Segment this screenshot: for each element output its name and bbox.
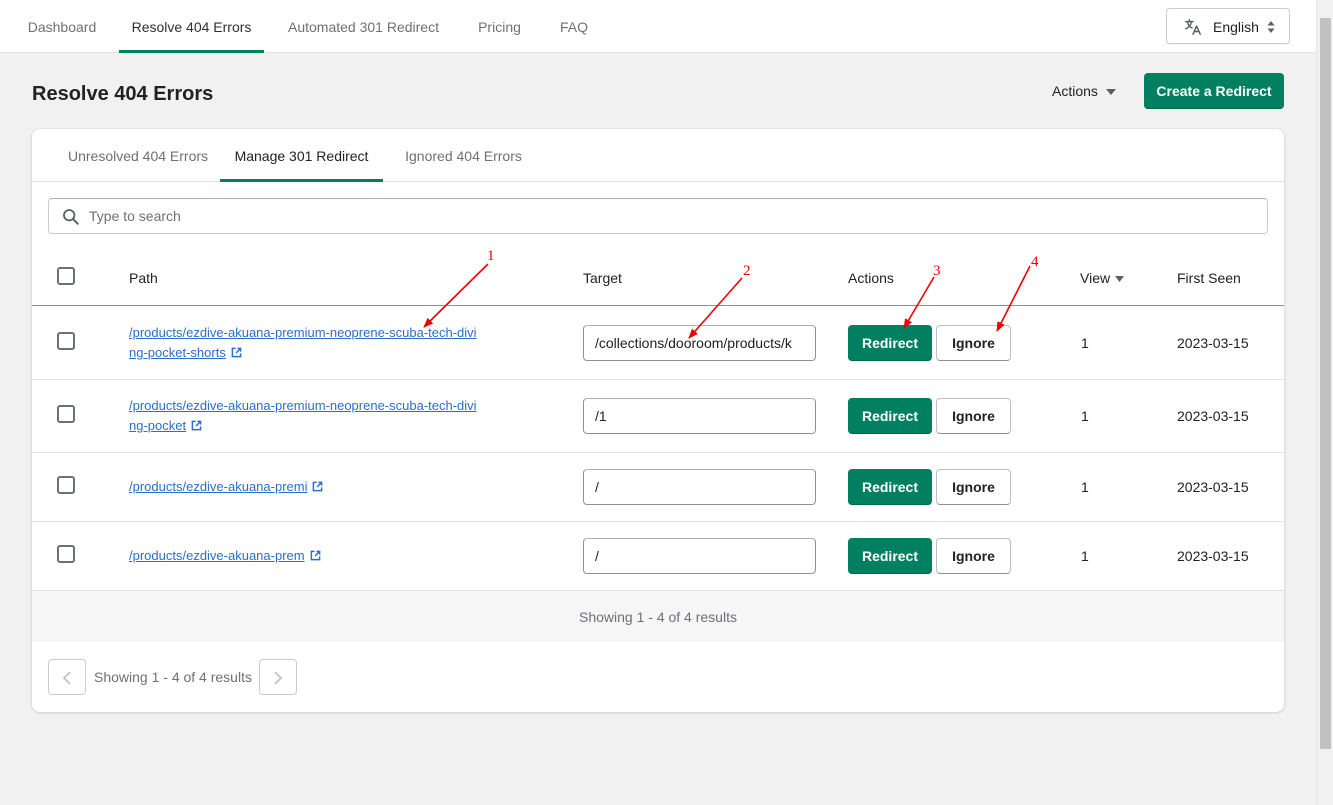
first-seen-date: 2023-03-15 xyxy=(1177,548,1249,564)
external-link-icon xyxy=(313,481,323,492)
ignore-button[interactable]: Ignore xyxy=(936,398,1011,434)
ignore-button[interactable]: Ignore xyxy=(936,538,1011,574)
first-seen-date: 2023-03-15 xyxy=(1177,479,1249,495)
redirect-button[interactable]: Redirect xyxy=(848,325,932,361)
chevron-right-icon xyxy=(274,671,283,685)
first-seen-date: 2023-03-15 xyxy=(1177,335,1249,351)
external-link-icon xyxy=(191,420,202,431)
redirect-button[interactable]: Redirect xyxy=(848,398,932,434)
path-link[interactable]: /products/ezdive-akuana-premi xyxy=(129,477,479,497)
sort-caret-down-icon xyxy=(1115,276,1125,283)
column-header-view-label: View xyxy=(1080,270,1111,286)
table-header: Path Target Actions View First Seen xyxy=(32,250,1284,306)
target-input[interactable]: / xyxy=(583,469,816,505)
path-link[interactable]: /products/ezdive-akuana-premium-neoprene… xyxy=(129,323,479,363)
external-link-icon xyxy=(231,347,242,358)
path-text: /products/ezdive-akuana-prem xyxy=(129,548,305,563)
path-text: /products/ezdive-akuana-premium-neoprene… xyxy=(129,325,477,360)
language-selector[interactable]: English xyxy=(1166,8,1290,44)
external-link-icon xyxy=(310,550,320,561)
table-row: /products/ezdive-akuana-premium-neoprene… xyxy=(32,306,1284,380)
column-header-path: Path xyxy=(129,270,158,286)
path-text: /products/ezdive-akuana-premium-neoprene… xyxy=(129,398,477,433)
row-checkbox[interactable] xyxy=(57,545,75,563)
view-count: 1 xyxy=(1081,335,1089,351)
language-label: English xyxy=(1213,19,1259,35)
tab-resolve-404-errors[interactable]: Resolve 404 Errors xyxy=(119,0,264,53)
first-seen-date: 2023-03-15 xyxy=(1177,408,1249,424)
scrollbar-thumb[interactable] xyxy=(1320,18,1331,749)
redirects-card: Unresolved 404 Errors Manage 301 Redirec… xyxy=(32,129,1284,712)
table-row: /products/ezdive-akuana-prem / Redirect … xyxy=(32,522,1284,591)
tab-manage-301-redirect[interactable]: Manage 301 Redirect xyxy=(220,129,383,182)
search-input[interactable] xyxy=(89,199,1259,233)
target-input[interactable]: /1 xyxy=(583,398,816,434)
ignore-button[interactable]: Ignore xyxy=(936,469,1011,505)
tab-ignored-404-errors[interactable]: Ignored 404 Errors xyxy=(392,129,535,182)
tab-faq[interactable]: FAQ xyxy=(546,0,602,53)
caret-down-icon xyxy=(1105,89,1116,96)
previous-page-button[interactable] xyxy=(48,659,86,695)
target-input[interactable]: / xyxy=(583,538,816,574)
path-text: /products/ezdive-akuana-premi xyxy=(129,479,308,494)
path-link[interactable]: /products/ezdive-akuana-prem xyxy=(129,546,479,566)
row-checkbox[interactable] xyxy=(57,332,75,350)
tab-unresolved-404-errors[interactable]: Unresolved 404 Errors xyxy=(44,129,232,182)
table-row: /products/ezdive-akuana-premium-neoprene… xyxy=(32,380,1284,453)
sub-tabs: Unresolved 404 Errors Manage 301 Redirec… xyxy=(32,129,1284,182)
next-page-button[interactable] xyxy=(259,659,297,695)
table-footer-summary: Showing 1 - 4 of 4 results xyxy=(32,591,1284,642)
view-count: 1 xyxy=(1081,479,1089,495)
search-icon xyxy=(63,209,79,225)
actions-menu-label: Actions xyxy=(1052,83,1098,99)
table-row: /products/ezdive-akuana-premi / Redirect… xyxy=(32,453,1284,522)
column-header-first-seen: First Seen xyxy=(1177,270,1241,286)
actions-menu-button[interactable]: Actions xyxy=(1044,76,1124,106)
ignore-button[interactable]: Ignore xyxy=(936,325,1011,361)
view-count: 1 xyxy=(1081,408,1089,424)
tab-dashboard[interactable]: Dashboard xyxy=(12,0,112,53)
redirect-button[interactable]: Redirect xyxy=(848,469,932,505)
redirect-button[interactable]: Redirect xyxy=(848,538,932,574)
column-header-target: Target xyxy=(583,270,622,286)
create-redirect-button[interactable]: Create a Redirect xyxy=(1144,73,1284,109)
view-count: 1 xyxy=(1081,548,1089,564)
select-all-checkbox[interactable] xyxy=(57,267,75,285)
pagination-summary: Showing 1 - 4 of 4 results xyxy=(94,669,252,685)
select-arrows-icon xyxy=(1267,21,1275,33)
page-scrollbar[interactable] xyxy=(1316,0,1333,805)
column-header-view[interactable]: View xyxy=(1080,269,1125,287)
top-navigation: Dashboard Resolve 404 Errors Automated 3… xyxy=(0,0,1316,53)
search-field[interactable] xyxy=(48,198,1268,234)
path-link[interactable]: /products/ezdive-akuana-premium-neoprene… xyxy=(129,396,479,436)
row-checkbox[interactable] xyxy=(57,405,75,423)
column-header-actions: Actions xyxy=(848,270,894,286)
page-title: Resolve 404 Errors xyxy=(32,83,214,105)
row-checkbox[interactable] xyxy=(57,476,75,494)
translate-icon xyxy=(1185,19,1201,35)
tab-automated-301-redirect[interactable]: Automated 301 Redirect xyxy=(274,0,453,53)
tab-pricing[interactable]: Pricing xyxy=(463,0,536,53)
chevron-left-icon xyxy=(62,671,71,685)
target-input[interactable]: /collections/dooroom/products/k xyxy=(583,325,816,361)
